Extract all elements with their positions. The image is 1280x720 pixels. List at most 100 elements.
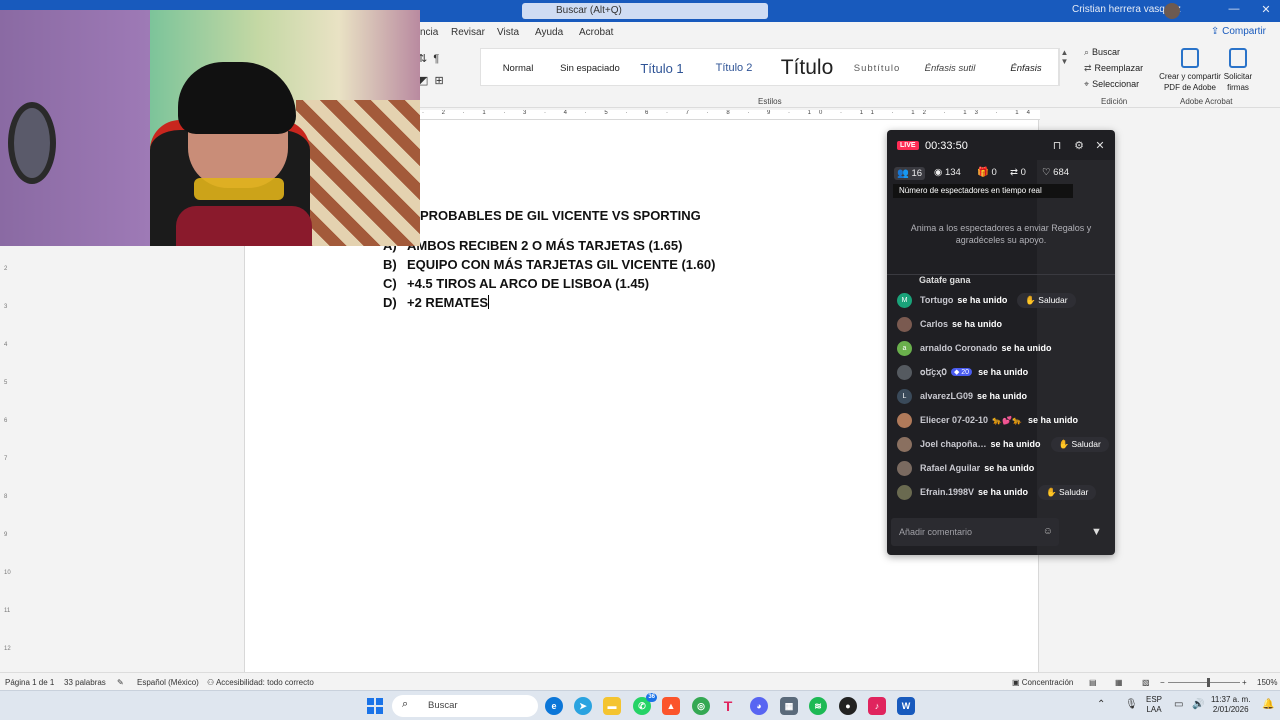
zoom-out-button[interactable]: − bbox=[1160, 678, 1165, 687]
typora-icon[interactable]: T bbox=[719, 697, 737, 715]
brave-icon[interactable]: ▲ bbox=[662, 697, 680, 715]
taskbar-search[interactable]: ⌕ Buscar bbox=[392, 695, 538, 717]
document-option-c[interactable]: C) +4.5 TIROS AL ARCO DE LISBOA (1.45) bbox=[383, 276, 649, 291]
salute-button[interactable]: ✋ Saludar bbox=[1038, 484, 1097, 500]
comment-username[interactable]: Eliecer 07-02-10 bbox=[920, 415, 988, 425]
pilcrow-icon[interactable]: ¶ bbox=[433, 53, 439, 65]
read-mode-icon[interactable]: ▤ bbox=[1089, 678, 1097, 687]
avatar[interactable]: M bbox=[897, 292, 912, 308]
close-window-button[interactable]: ✕ bbox=[1258, 3, 1274, 17]
network-icon[interactable]: ▭ bbox=[1174, 699, 1183, 710]
style-subtle-emphasis[interactable]: Énfasis sutil bbox=[909, 49, 991, 87]
comment-username[interactable]: Rafael Aguilar bbox=[920, 463, 980, 473]
spotify-icon[interactable]: ≋ bbox=[809, 697, 827, 715]
borders-icon[interactable]: ⊞ bbox=[435, 75, 444, 87]
tab-help[interactable]: Ayuda bbox=[535, 27, 563, 38]
shares-stat[interactable]: ⇄ 0 bbox=[1010, 167, 1026, 178]
comment-username[interactable]: օե҃ҫҳ߀ bbox=[920, 367, 947, 378]
views-stat[interactable]: ◉ 134 bbox=[934, 167, 961, 178]
tab-review[interactable]: Revisar bbox=[451, 27, 485, 38]
minimize-button[interactable]: — bbox=[1226, 3, 1242, 17]
comment-username[interactable]: Efrain.1998V bbox=[920, 487, 974, 497]
calculator-icon[interactable]: ▦ bbox=[780, 697, 798, 715]
create-pdf-button[interactable]: Crear y compartir PDF de Adobe bbox=[1158, 48, 1222, 93]
vertical-ruler[interactable]: 2 3 4 5 6 7 8 9 10 11 12 bbox=[4, 250, 12, 670]
clock[interactable]: 11:37 a. m. 2/01/2026 bbox=[1211, 695, 1250, 715]
comment-username[interactable]: Joel chapoña… bbox=[920, 439, 987, 449]
zoom-level[interactable]: 150% bbox=[1257, 678, 1277, 687]
whatsapp-icon[interactable]: ✆ 36 bbox=[633, 693, 657, 715]
discord-icon[interactable]: ◕ bbox=[750, 697, 768, 715]
edge-icon[interactable]: e bbox=[545, 697, 563, 715]
avatar[interactable] bbox=[897, 316, 912, 332]
print-layout-icon[interactable]: ▦ bbox=[1115, 678, 1123, 687]
style-emphasis[interactable]: Énfasis bbox=[991, 49, 1061, 87]
avatar[interactable] bbox=[897, 484, 912, 500]
salute-button[interactable]: ✋ Saludar bbox=[1050, 436, 1109, 452]
comment-username[interactable]: Carlos bbox=[920, 319, 948, 329]
horizontal-ruler[interactable]: · 2 · 1 · 3 · 4 · 5 · 6 · 7 · 8 · 9 · 10… bbox=[420, 110, 1040, 120]
avatar[interactable] bbox=[897, 364, 912, 380]
page-count[interactable]: Página 1 de 1 bbox=[5, 678, 54, 687]
salute-button[interactable]: ✋ Saludar bbox=[1017, 292, 1076, 308]
obs-icon[interactable]: ● bbox=[839, 697, 857, 715]
tiktok-icon[interactable]: ♪ bbox=[868, 697, 886, 715]
word-count[interactable]: 33 palabras bbox=[64, 678, 106, 687]
telegram-icon[interactable]: ➤ bbox=[574, 697, 592, 715]
comment-username[interactable]: Tortugo bbox=[920, 295, 953, 305]
word-search-box[interactable]: Buscar (Alt+Q) bbox=[522, 3, 768, 19]
notifications-icon[interactable]: 🔔 bbox=[1262, 699, 1274, 710]
avatar[interactable]: a bbox=[897, 340, 912, 356]
chrome-icon[interactable]: ◎ bbox=[692, 697, 710, 715]
style-subtitle[interactable]: Subtítulo bbox=[845, 49, 909, 87]
likes-stat[interactable]: ♡ 684 bbox=[1042, 167, 1069, 178]
gifts-stat[interactable]: 🎁 0 bbox=[977, 167, 997, 178]
comment-input[interactable]: Añadir comentario ☺ bbox=[891, 518, 1059, 546]
volume-icon[interactable]: 🔊 bbox=[1192, 699, 1204, 710]
realtime-viewers-stat[interactable]: 👥 16 bbox=[894, 167, 926, 180]
zoom-slider-thumb[interactable] bbox=[1207, 678, 1210, 687]
find-button[interactable]: ⌕ Buscar bbox=[1084, 47, 1120, 58]
tab-view[interactable]: Vista bbox=[497, 27, 519, 38]
file-explorer-icon[interactable]: ▬ bbox=[603, 697, 621, 715]
tab-references[interactable]: ncia bbox=[420, 27, 438, 38]
close-icon[interactable]: ✕ bbox=[1093, 139, 1107, 153]
emoji-icon[interactable]: ☺ bbox=[1043, 526, 1053, 537]
input-language[interactable]: ESP LAA bbox=[1146, 695, 1162, 715]
lock-icon[interactable]: ⊓ bbox=[1050, 139, 1064, 153]
accessibility-status[interactable]: ⚇ Accesibilidad: todo correcto bbox=[207, 678, 314, 687]
settings-icon[interactable]: ⚙ bbox=[1072, 139, 1086, 153]
style-normal[interactable]: Normal bbox=[481, 49, 555, 87]
style-title[interactable]: Título bbox=[769, 49, 845, 87]
document-option-d[interactable]: D) +2 REMATES bbox=[383, 295, 490, 310]
style-heading-2[interactable]: Título 2 bbox=[699, 49, 769, 87]
document-heading[interactable]: PROBABLES DE GIL VICENTE VS SPORTING bbox=[420, 208, 701, 223]
microphone-icon[interactable]: 🎙 bbox=[1125, 699, 1138, 710]
filter-icon[interactable]: ▼ bbox=[1091, 526, 1102, 538]
document-option-a[interactable]: A)AMBOS RECIBEN 2 O MÁS TARJETAS (1.65) bbox=[383, 238, 682, 253]
style-no-spacing[interactable]: Sin espaciado bbox=[555, 49, 625, 87]
word-icon[interactable]: W bbox=[897, 697, 915, 715]
avatar[interactable]: L bbox=[897, 388, 912, 404]
comment-username[interactable]: alvarezLG09 bbox=[920, 391, 973, 401]
request-signatures-button[interactable]: Solicitar firmas bbox=[1222, 48, 1254, 93]
tab-acrobat[interactable]: Acrobat bbox=[579, 27, 613, 38]
account-avatar[interactable] bbox=[1164, 3, 1180, 19]
style-heading-1[interactable]: Título 1 bbox=[625, 49, 699, 87]
document-option-b[interactable]: B) EQUIPO CON MÁS TARJETAS GIL VICENTE (1… bbox=[383, 257, 715, 272]
start-button[interactable] bbox=[367, 698, 383, 714]
avatar[interactable] bbox=[897, 460, 912, 476]
chevron-up-icon[interactable]: ⌃ bbox=[1097, 699, 1105, 710]
comment-username[interactable]: arnaldo Coronado bbox=[920, 343, 998, 353]
styles-gallery-scroll[interactable]: ▲ ▼ bbox=[1058, 48, 1070, 86]
select-button[interactable]: ⌖ Seleccionar bbox=[1084, 79, 1139, 90]
share-button[interactable]: ⇪ Compartir bbox=[1211, 26, 1266, 37]
zoom-in-button[interactable]: + bbox=[1242, 678, 1247, 687]
proofing-icon[interactable]: ✎ bbox=[117, 678, 124, 687]
focus-mode-button[interactable]: ▣ Concentración bbox=[1012, 678, 1073, 687]
language-indicator[interactable]: Español (México) bbox=[137, 678, 199, 687]
web-layout-icon[interactable]: ▧ bbox=[1142, 678, 1150, 687]
avatar[interactable] bbox=[897, 412, 912, 428]
zoom-slider[interactable] bbox=[1168, 682, 1240, 683]
avatar[interactable] bbox=[897, 436, 912, 452]
